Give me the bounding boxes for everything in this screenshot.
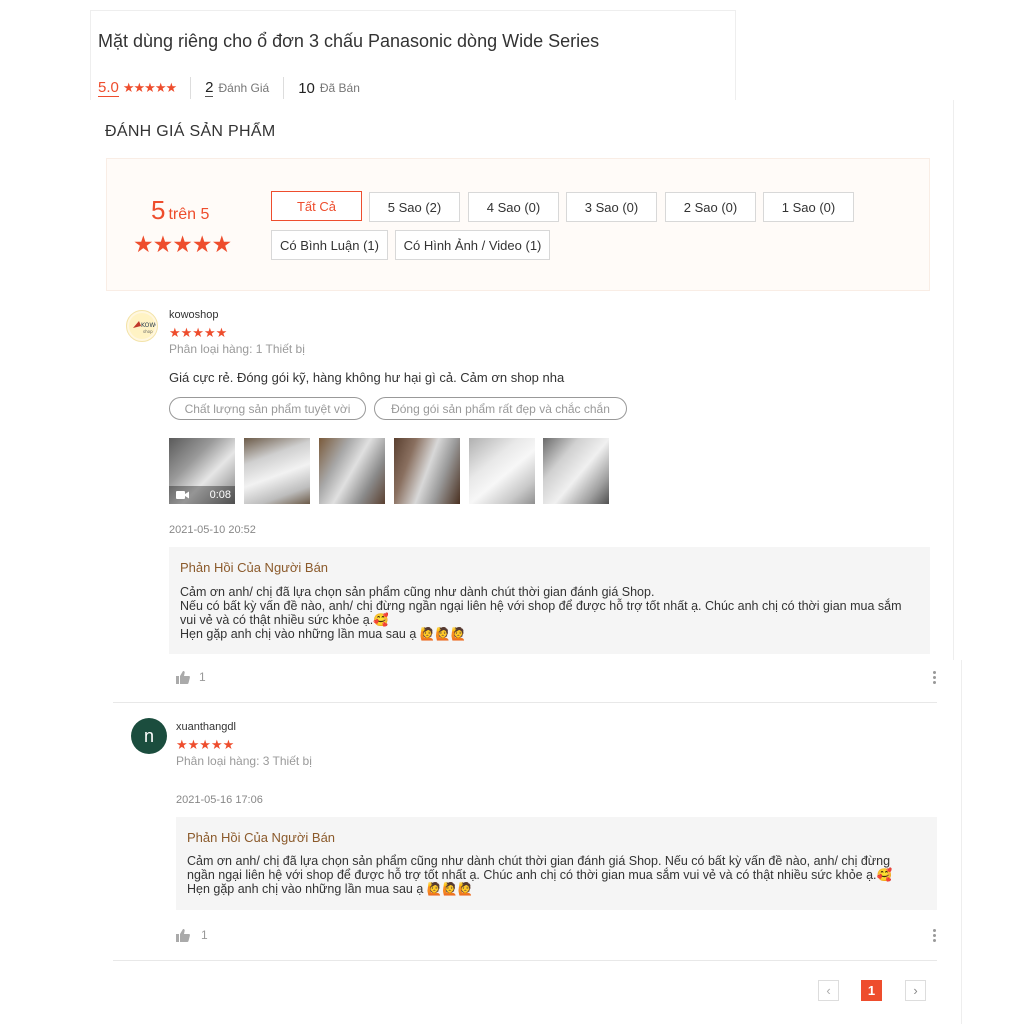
reply-line: Nếu có bất kỳ vấn đề nào, anh/ chị đừng … xyxy=(180,599,902,613)
product-title: Mặt dùng riêng cho ổ đơn 3 chấu Panasoni… xyxy=(98,31,600,51)
svg-text:shop: shop xyxy=(143,329,153,334)
filter-all[interactable]: Tất Cả xyxy=(271,191,362,221)
reviewer-name[interactable]: xuanthangdl xyxy=(176,721,236,733)
overall-score: 5 trên 5 xyxy=(151,195,209,226)
next-page-button[interactable]: › xyxy=(905,980,926,1001)
like-count: 1 xyxy=(199,670,206,684)
seller-reply-body: Cảm ơn anh/ chị đã lựa chọn sản phẩm cũn… xyxy=(187,854,932,896)
review-tag: Đóng gói sản phẩm rất đẹp và chắc chắn xyxy=(374,397,627,420)
review-tag: Chất lượng sản phẩm tuyệt vời xyxy=(169,397,366,420)
avatar[interactable]: KOWO shop xyxy=(126,310,158,342)
video-camera-icon xyxy=(176,491,189,499)
filter-1-star[interactable]: 1 Sao (0) xyxy=(763,192,854,222)
review-image-thumbnail[interactable] xyxy=(543,438,609,504)
video-duration: 0:08 xyxy=(209,489,231,501)
review-count: 2 xyxy=(205,79,214,97)
rating-value: 5.0 xyxy=(98,79,119,97)
score-value: 5 xyxy=(151,195,166,225)
reply-line: vui vẻ và có thật nhiều sức khỏe ạ.🥰 xyxy=(180,613,389,627)
review-video-thumbnail[interactable]: 0:08 xyxy=(169,438,235,504)
sold-count: 10 xyxy=(298,79,315,97)
filter-3-star[interactable]: 3 Sao (0) xyxy=(566,192,657,222)
reviewer-name[interactable]: kowoshop xyxy=(169,309,219,321)
thumbs-up-icon xyxy=(176,928,190,942)
reply-line: Cảm ơn anh/ chị đã lựa chọn sản phẩm cũn… xyxy=(180,585,655,599)
review-label: Đánh Giá xyxy=(218,81,270,95)
overall-stars-icon: ★★★★★ xyxy=(133,231,232,257)
review-stars-icon: ★★★★★ xyxy=(169,325,228,340)
rating-stat[interactable]: 5.0 ★★★★★ xyxy=(98,77,190,99)
filter-4-star[interactable]: 4 Sao (0) xyxy=(468,192,559,222)
sold-label: Đã Bán xyxy=(319,81,360,95)
seller-reply: Phản Hồi Của Người Bán Cảm ơn anh/ chị đ… xyxy=(176,817,937,910)
avatar[interactable]: n xyxy=(131,718,167,754)
reply-line: ngần ngại liên hệ với shop để được hỗ tr… xyxy=(187,868,893,882)
svg-text:KOWO: KOWO xyxy=(141,322,156,329)
panel-border xyxy=(961,660,962,1024)
review-variation: Phân loại hàng: 3 Thiết bị xyxy=(176,754,312,768)
review-datetime: 2021-05-10 20:52 xyxy=(169,524,256,536)
thumbs-up-icon xyxy=(176,670,190,684)
seller-reply: Phản Hồi Của Người Bán Cảm ơn anh/ chị đ… xyxy=(169,547,930,654)
reply-line: Hẹn gặp anh chị vào những lần mua sau ạ … xyxy=(187,882,474,896)
review-image-thumbnail[interactable] xyxy=(394,438,460,504)
product-header: Mặt dùng riêng cho ổ đơn 3 chấu Panasoni… xyxy=(90,10,736,100)
review-datetime: 2021-05-16 17:06 xyxy=(176,794,263,806)
filter-with-comment[interactable]: Có Bình Luận (1) xyxy=(271,230,388,260)
section-title: ĐÁNH GIÁ SẢN PHẨM xyxy=(105,123,276,140)
review-divider xyxy=(113,702,937,703)
filter-5-star[interactable]: 5 Sao (2) xyxy=(369,192,460,222)
review-comment: Giá cực rẻ. Đóng gói kỹ, hàng không hư h… xyxy=(169,370,565,385)
like-button[interactable]: 1 xyxy=(176,670,206,684)
review-stars-icon: ★★★★★ xyxy=(176,737,235,752)
like-button[interactable]: 1 xyxy=(176,928,208,942)
panel-border xyxy=(953,100,954,660)
seller-reply-body: Cảm ơn anh/ chị đã lựa chọn sản phẩm cũn… xyxy=(180,585,920,641)
shop-logo-icon: KOWO shop xyxy=(129,313,156,339)
filter-with-media[interactable]: Có Hình Ảnh / Video (1) xyxy=(395,230,550,260)
reply-line: Cảm ơn anh/ chị đã lựa chọn sản phẩm cũn… xyxy=(187,854,891,868)
like-count: 1 xyxy=(201,928,208,942)
prev-page-button[interactable]: ‹ xyxy=(818,980,839,1001)
review-image-thumbnail[interactable] xyxy=(244,438,310,504)
reply-line: Hẹn gặp anh chị vào những lần mua sau ạ … xyxy=(180,627,467,641)
review-count-stat[interactable]: 2 Đánh Giá xyxy=(190,77,283,99)
score-suffix: trên 5 xyxy=(168,206,210,223)
seller-reply-title: Phản Hồi Của Người Bán xyxy=(180,560,329,575)
seller-reply-title: Phản Hồi Của Người Bán xyxy=(187,830,336,845)
more-options-icon[interactable] xyxy=(933,671,937,684)
review-image-thumbnail[interactable] xyxy=(469,438,535,504)
product-stats: 5.0 ★★★★★ 2 Đánh Giá 10 Đã Bán xyxy=(98,77,374,99)
review-variation: Phân loại hàng: 1 Thiết bị xyxy=(169,342,305,356)
review-image-thumbnail[interactable] xyxy=(319,438,385,504)
rating-overview: 5 trên 5 ★★★★★ Tất Cả 5 Sao (2) 4 Sao (0)… xyxy=(106,158,930,291)
page-number-button[interactable]: 1 xyxy=(861,980,882,1001)
review-divider xyxy=(113,960,937,961)
rating-stars-icon: ★★★★★ xyxy=(122,80,177,95)
more-options-icon[interactable] xyxy=(933,929,937,942)
filter-2-star[interactable]: 2 Sao (0) xyxy=(665,192,756,222)
sold-stat: 10 Đã Bán xyxy=(283,77,374,99)
